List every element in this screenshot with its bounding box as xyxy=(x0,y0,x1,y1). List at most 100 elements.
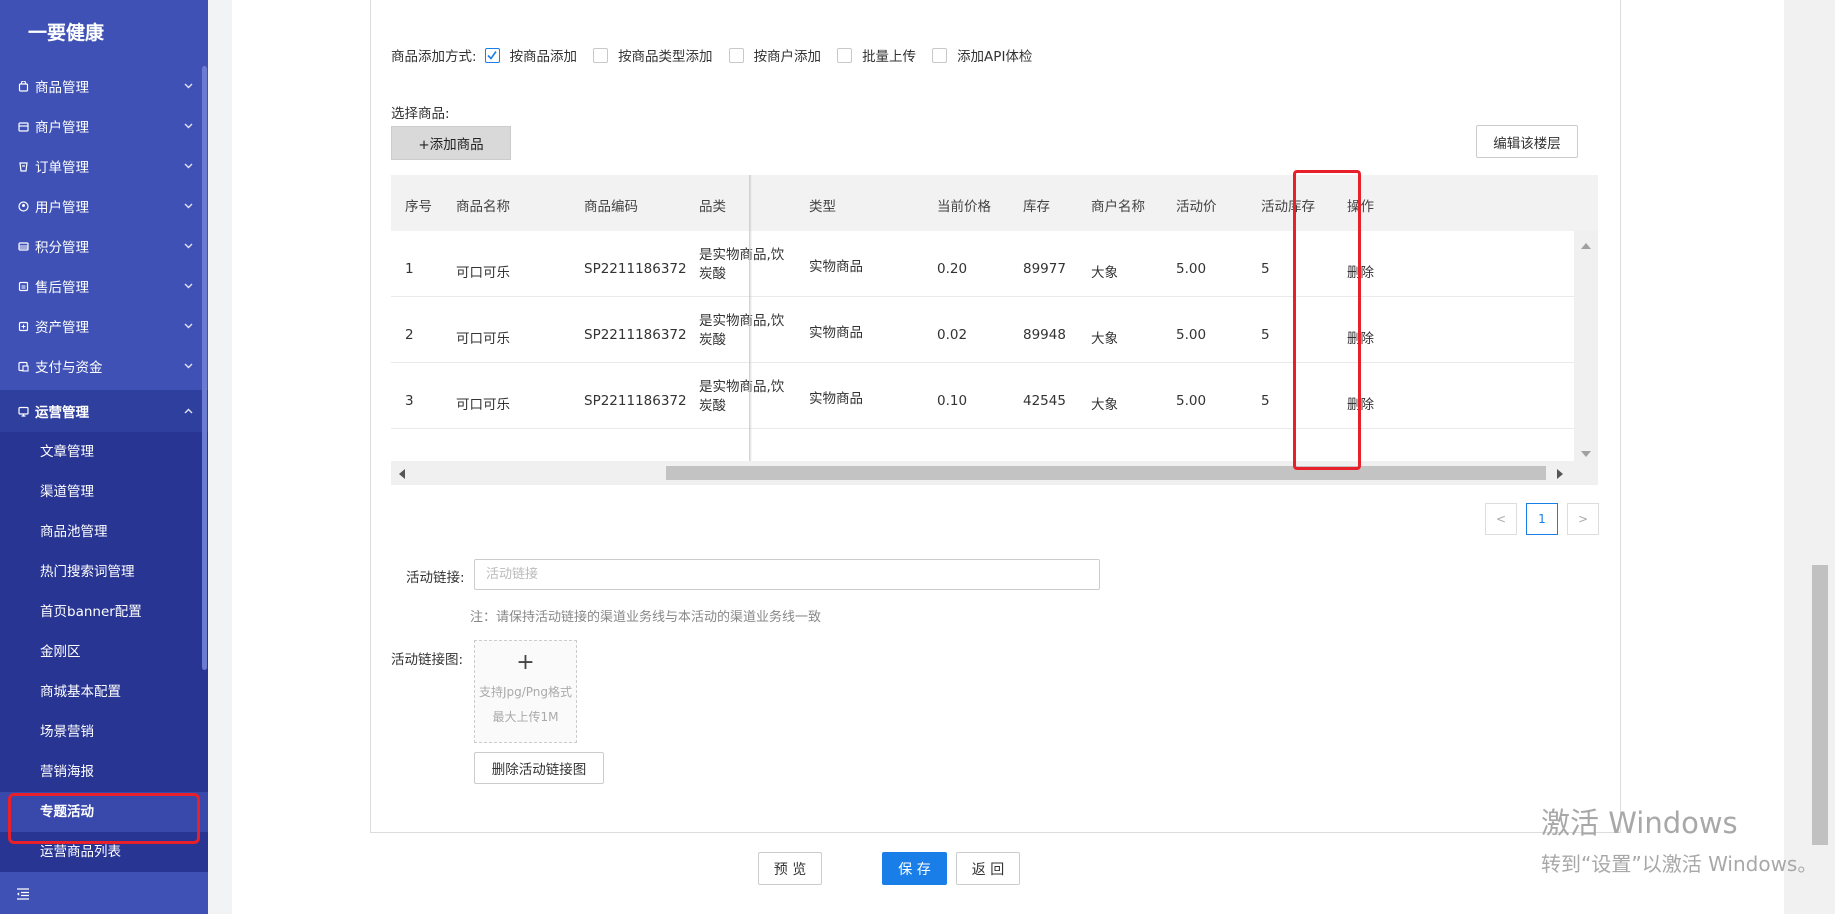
table-cell-name: 可口可乐 xyxy=(456,265,510,281)
add-mode-option[interactable]: 按商户添加 xyxy=(728,45,822,65)
prev-page-button[interactable]: < xyxy=(1485,503,1517,535)
select-goods-label: 选择商品: xyxy=(391,106,450,122)
sidebar-menu-item[interactable]: 积分管理 xyxy=(0,226,208,266)
sidebar-menu-operation[interactable]: 运营管理 xyxy=(0,390,208,432)
checkbox[interactable] xyxy=(593,47,609,63)
plus-icon: + xyxy=(516,650,535,675)
goods-table: 序号 商品名称 商品编码 品类 类型 当前价格 库存 商户名称 活动价 活动库存 操作 1 可口可乐 S… xyxy=(391,175,1598,485)
add-mode-option[interactable]: 添加API体检 xyxy=(932,45,1032,65)
table-column-header: 商户名称 xyxy=(1091,199,1145,215)
upload-hint-size: 最大上传1M xyxy=(492,710,559,724)
submenu-item[interactable]: 文章管理 xyxy=(0,432,208,472)
collapse-sidebar-button[interactable] xyxy=(0,878,208,914)
submenu-item[interactable]: 金刚区 xyxy=(0,632,208,672)
table-horizontal-scrollbar[interactable] xyxy=(391,461,1598,485)
order-icon xyxy=(16,159,30,173)
check-icon xyxy=(487,51,497,60)
submenu-list: 文章管理 渠道管理 商品池管理 热门搜索词管理 首页banner配置 金刚区 商城基本配置场… xyxy=(0,432,208,872)
add-mode-option-label: 按商户添加 xyxy=(753,49,822,65)
page-number[interactable]: 1 xyxy=(1526,503,1558,535)
checkbox[interactable] xyxy=(837,47,853,63)
sidebar-menu-label: 运营管理 xyxy=(35,405,89,421)
operation-icon xyxy=(16,404,30,418)
sidebar-menu-item[interactable]: 商户管理 xyxy=(0,106,208,146)
delete-activity-image-button[interactable]: 删除活动链接图 xyxy=(474,752,604,784)
table-column-header: 当前价格 xyxy=(937,199,991,215)
watermark-title: 激活 Windows xyxy=(1541,806,1738,840)
horizontal-scroll-thumb[interactable] xyxy=(666,466,1546,480)
table-cell-no: 1 xyxy=(405,261,414,277)
pagination: < 1 > xyxy=(1476,503,1599,535)
activity-link-note: 注：请保持活动链接的渠道业务线与本活动的渠道业务线一致 xyxy=(470,610,822,625)
table-cell-no: 3 xyxy=(405,393,414,409)
table-column-header: 商品名称 xyxy=(456,199,510,215)
scroll-down-arrow-icon[interactable] xyxy=(1581,446,1591,461)
checkbox[interactable] xyxy=(932,47,948,63)
sidebar-menu-item[interactable]: 商品管理 xyxy=(0,66,208,106)
preview-button[interactable]: 预 览 xyxy=(758,852,822,885)
scroll-right-arrow-icon[interactable] xyxy=(1557,468,1563,483)
add-mode-option-label: 按商品添加 xyxy=(509,49,578,65)
sidebar-menu-item[interactable]: 售后管理 xyxy=(0,266,208,306)
payment-icon xyxy=(16,359,30,373)
table-cell-merchant: 大象 xyxy=(1091,331,1118,347)
submenu-item[interactable]: 运营商品列表 xyxy=(0,832,208,872)
sidebar-menu-label: 商品管理 xyxy=(35,80,89,96)
back-button[interactable]: 返 回 xyxy=(956,852,1020,885)
add-mode-option-label: 添加API体检 xyxy=(957,49,1033,65)
add-mode-option[interactable]: 批量上传 xyxy=(837,45,916,65)
goods-icon xyxy=(16,79,30,93)
sidebar-menu-item[interactable]: 资产管理 xyxy=(0,306,208,346)
chevron-down-icon xyxy=(182,120,194,132)
checkbox[interactable] xyxy=(728,47,744,63)
sidebar-menu-item[interactable]: 订单管理 xyxy=(0,146,208,186)
chevron-down-icon xyxy=(182,280,194,292)
checkbox[interactable] xyxy=(484,47,500,63)
app-logo: 一要健康 xyxy=(28,22,105,44)
add-goods-button[interactable]: +添加商品 xyxy=(391,126,511,160)
next-page-button[interactable]: > xyxy=(1567,503,1599,535)
sidebar-menu-label: 订单管理 xyxy=(35,160,89,176)
table-cell-merchant: 大象 xyxy=(1091,397,1118,413)
scroll-left-arrow-icon[interactable] xyxy=(399,468,405,483)
activity-link-input[interactable] xyxy=(474,559,1100,590)
sidebar-scrollbar[interactable] xyxy=(202,66,207,670)
page-scrollbar[interactable] xyxy=(1784,0,1835,914)
scroll-up-arrow-icon[interactable] xyxy=(1581,238,1591,253)
table-row: 3 可口可乐 SP2211186372 是实物商品,饮 炭酸 实物商品 0.10 42545 大… xyxy=(391,363,1574,429)
submenu-item[interactable]: 热门搜索词管理 xyxy=(0,552,208,592)
submenu-item[interactable]: 场景营销 xyxy=(0,712,208,752)
store-icon xyxy=(16,119,30,133)
table-header xyxy=(391,175,1598,231)
submenu-item[interactable]: 首页banner配置 xyxy=(0,592,208,632)
submenu-item[interactable]: 专题活动 xyxy=(0,792,208,844)
edit-floor-button[interactable]: 编辑该楼层 xyxy=(1476,125,1578,158)
points-icon xyxy=(16,239,30,253)
image-upload-box[interactable]: + 支持Jpg/Png格式 最大上传1M xyxy=(474,640,577,743)
table-row: 1 可口可乐 SP2211186372 是实物商品,饮 炭酸 实物商品 0.20 89977 大… xyxy=(391,231,1574,297)
table-cell-code: SP2211186372 xyxy=(584,327,687,343)
table-row: 2 可口可乐 SP2211186372 是实物商品,饮 炭酸 实物商品 0.02 89948 大… xyxy=(391,297,1574,363)
chevron-down-icon xyxy=(182,200,194,212)
sidebar-menu-item[interactable]: 用户管理 xyxy=(0,186,208,226)
upload-hint-format: 支持Jpg/Png格式 xyxy=(478,685,573,699)
category-line: 炭酸 xyxy=(699,332,726,348)
table-cell-act-price: 5.00 xyxy=(1176,261,1207,277)
table-column-header: 库存 xyxy=(1023,199,1050,215)
submenu-item[interactable]: 营销海报 xyxy=(0,752,208,792)
add-mode-option[interactable]: 按商品添加 xyxy=(484,45,578,65)
submenu-item[interactable]: 商城基本配置 xyxy=(0,672,208,712)
submenu-item[interactable]: 渠道管理 xyxy=(0,472,208,512)
sidebar-menu-label: 积分管理 xyxy=(35,240,89,256)
add-mode-option[interactable]: 按商品类型添加 xyxy=(593,45,713,65)
sidebar-menu-item[interactable]: 支付与资金 xyxy=(0,346,208,386)
menu-fold-icon xyxy=(16,888,30,904)
table-cell-code: SP2211186372 xyxy=(584,393,687,409)
table-vertical-scrollbar[interactable] xyxy=(1574,231,1598,461)
table-cell-category: 是实物商品,饮 炭酸 xyxy=(699,378,819,416)
table-column-header: 序号 xyxy=(405,199,432,215)
category-line: 是实物商品,饮 xyxy=(699,247,785,263)
save-button[interactable]: 保 存 xyxy=(882,852,947,885)
table-cell-act-price: 5.00 xyxy=(1176,393,1207,409)
submenu-item[interactable]: 商品池管理 xyxy=(0,512,208,552)
